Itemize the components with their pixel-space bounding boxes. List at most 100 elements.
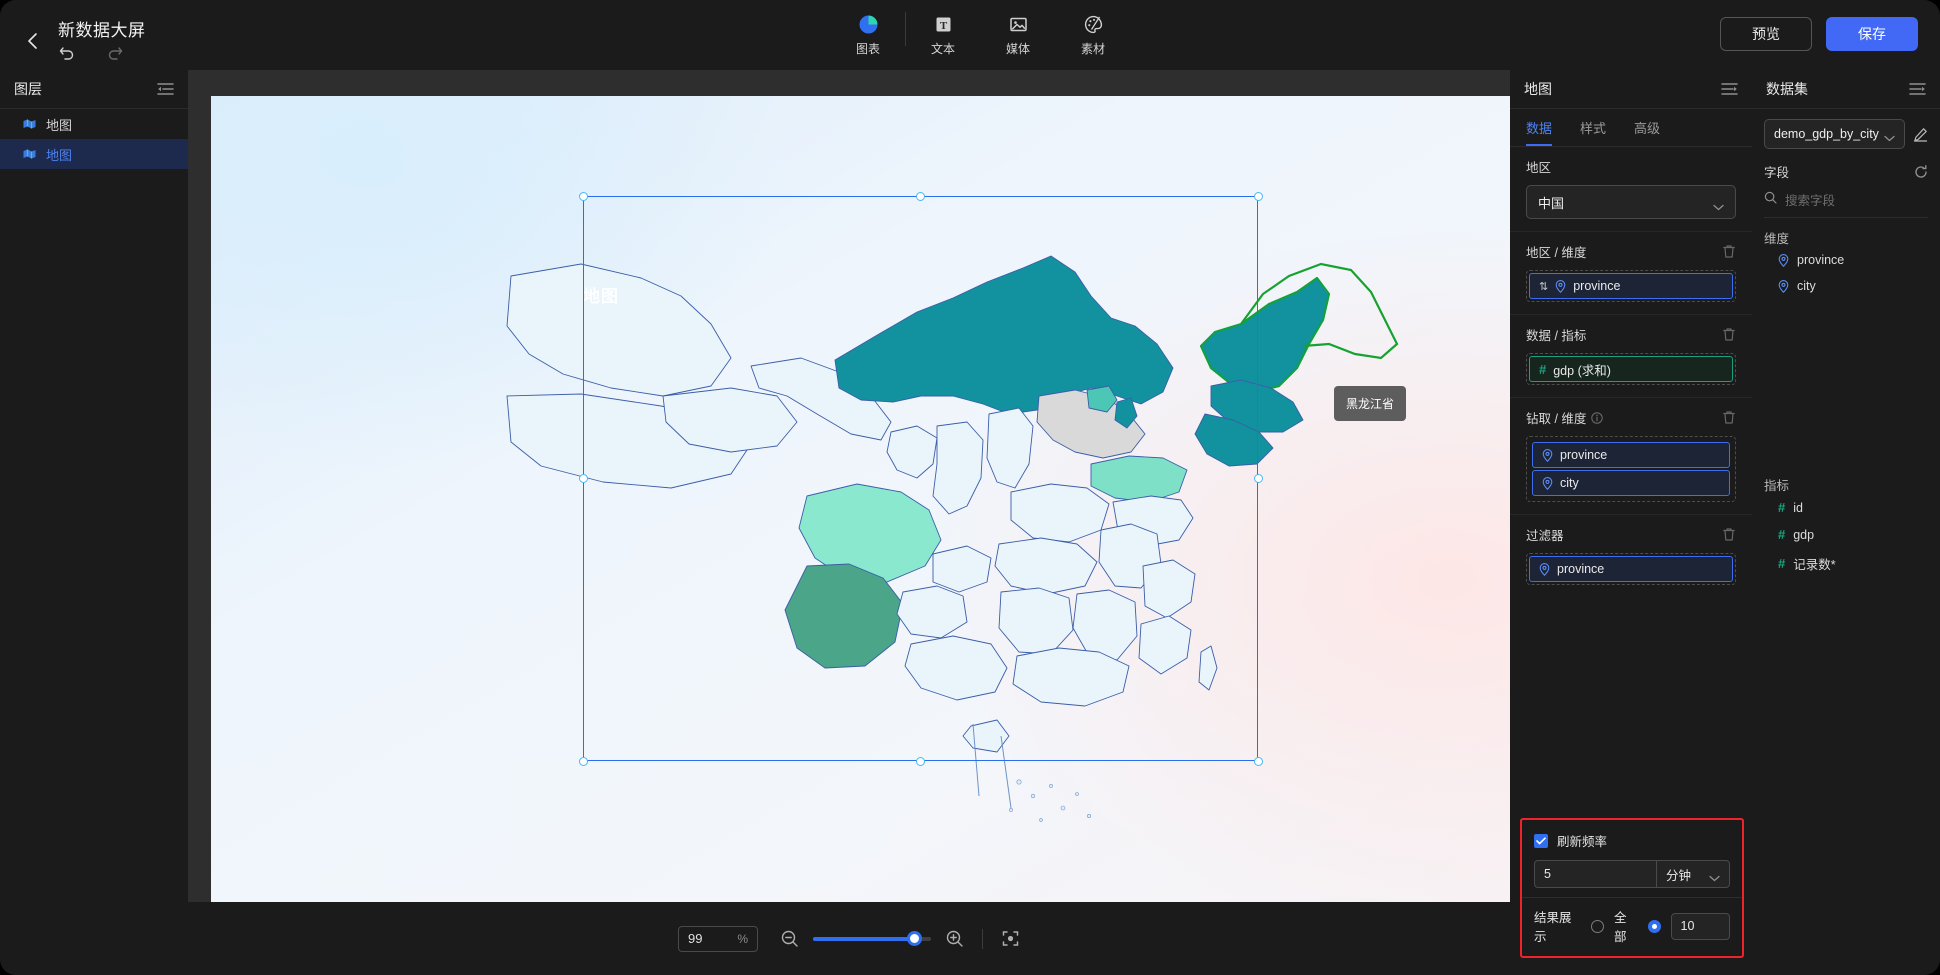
- resize-handle-tl[interactable]: [578, 191, 588, 201]
- tool-media-label: 媒体: [1005, 42, 1030, 56]
- zoom-out-icon[interactable]: [780, 929, 799, 948]
- measure-header: 数据 / 指标: [1526, 325, 1736, 344]
- zoom-slider-thumb[interactable]: [906, 931, 922, 946]
- dataset-field-label: 记录数*: [1793, 558, 1836, 572]
- metrics-group-label: 指标: [1764, 479, 1790, 493]
- insert-toolbar: 图表 T 文本 媒体 素材: [840, 10, 1121, 60]
- collapse-panel-icon[interactable]: [157, 82, 174, 96]
- canvas-bottom-bar: 99 %: [188, 902, 1510, 975]
- field-chip-filter-province[interactable]: province: [1529, 556, 1733, 582]
- dataset-metric-id[interactable]: # id: [1764, 494, 1928, 521]
- resize-handle-bc[interactable]: [916, 756, 925, 766]
- refresh-interval-unit-select[interactable]: 分钟: [1656, 860, 1730, 888]
- filter-section: 过滤器 province: [1510, 515, 1752, 597]
- undo-icon[interactable]: [58, 43, 76, 61]
- field-chip-label: province: [1557, 562, 1605, 576]
- zoom-unit: %: [737, 931, 748, 946]
- refresh-frequency-row: 刷新频率 5 分钟: [1522, 820, 1742, 897]
- field-chip-drill-city[interactable]: city: [1532, 470, 1730, 496]
- tool-asset[interactable]: 素材: [1065, 10, 1121, 60]
- filter-slot[interactable]: province: [1526, 553, 1736, 585]
- result-display-row: 结果展示 全部 10: [1522, 897, 1742, 956]
- location-pin-icon: [1542, 448, 1553, 462]
- dataset-dimension-city[interactable]: city: [1764, 273, 1928, 299]
- region-dimension-label: 地区 / 维度: [1526, 246, 1587, 260]
- refresh-icon[interactable]: [1914, 164, 1928, 179]
- tool-media[interactable]: 媒体: [990, 10, 1046, 60]
- image-icon: [1007, 13, 1029, 35]
- collapse-panel-icon[interactable]: [1721, 82, 1738, 96]
- tab-advanced[interactable]: 高级: [1634, 118, 1660, 146]
- filter-header: 过滤器: [1526, 525, 1736, 544]
- canvas-board[interactable]: 地图 黑龙江省 地图: [211, 96, 1510, 902]
- config-panel-title: 地图: [1524, 81, 1552, 97]
- zoom-in-icon[interactable]: [945, 929, 964, 948]
- svg-text:T: T: [939, 19, 947, 31]
- layer-item-1[interactable]: 地图: [0, 139, 188, 169]
- drill-section: 钻取 / 维度 province city: [1510, 398, 1752, 515]
- measure-slot[interactable]: # gdp (求和): [1526, 353, 1736, 385]
- zoom-slider[interactable]: [813, 931, 931, 946]
- tab-style[interactable]: 样式: [1580, 118, 1606, 146]
- region-select-value: 中国: [1538, 195, 1565, 211]
- resize-handle-tc[interactable]: [916, 191, 925, 201]
- chevron-down-icon: [1713, 199, 1724, 210]
- tool-asset-label: 素材: [1080, 42, 1105, 56]
- dataset-select[interactable]: demo_gdp_by_city: [1764, 119, 1905, 149]
- pencil-icon[interactable]: [1913, 127, 1928, 142]
- refresh-interval-unit-value: 分钟: [1666, 868, 1692, 883]
- collapse-panel-icon[interactable]: [1909, 82, 1926, 96]
- palette-icon: [1082, 13, 1104, 35]
- dataset-metric-gdp[interactable]: # gdp: [1764, 521, 1928, 548]
- save-button[interactable]: 保存: [1826, 17, 1918, 51]
- field-chip-label: province: [1573, 279, 1621, 293]
- field-search-input[interactable]: 搜索字段: [1764, 190, 1928, 218]
- resize-handle-ml[interactable]: [578, 474, 588, 483]
- field-chip-drill-province[interactable]: province: [1532, 442, 1730, 468]
- map-tooltip: 黑龙江省: [1334, 386, 1407, 421]
- redo-icon[interactable]: [106, 43, 124, 61]
- zoom-input[interactable]: 99 %: [678, 925, 758, 952]
- field-chip-province[interactable]: ⇅ province: [1529, 273, 1733, 299]
- radio-limit[interactable]: [1647, 919, 1661, 933]
- radio-all[interactable]: [1591, 919, 1605, 933]
- radio-all-label: 全部: [1614, 911, 1627, 944]
- trash-icon[interactable]: [1722, 244, 1736, 259]
- trash-icon[interactable]: [1722, 527, 1736, 542]
- preview-button[interactable]: 预览: [1720, 17, 1812, 51]
- location-pin-icon: [1539, 562, 1550, 576]
- drill-slot[interactable]: province city: [1526, 436, 1736, 502]
- hash-icon: #: [1539, 361, 1547, 377]
- result-display-label: 结果展示: [1534, 911, 1572, 944]
- trash-icon[interactable]: [1722, 327, 1736, 342]
- region-dimension-slot[interactable]: ⇅ province: [1526, 270, 1736, 302]
- trash-icon[interactable]: [1722, 410, 1736, 425]
- refresh-interval-input[interactable]: 5: [1534, 860, 1656, 888]
- resize-handle-br[interactable]: [1253, 756, 1263, 766]
- result-limit-input[interactable]: 10: [1670, 912, 1731, 940]
- resize-handle-tr[interactable]: [1253, 191, 1263, 201]
- back-icon[interactable]: [22, 30, 44, 52]
- dataset-dimension-province[interactable]: province: [1764, 247, 1928, 273]
- fit-to-screen-icon[interactable]: [1001, 929, 1020, 948]
- config-tabs: 数据 样式 高级: [1510, 109, 1752, 147]
- region-select[interactable]: 中国: [1526, 185, 1736, 219]
- tool-chart[interactable]: 图表: [840, 10, 896, 60]
- refresh-interval-row: 5 分钟: [1534, 860, 1730, 888]
- resize-handle-mr[interactable]: [1253, 474, 1263, 483]
- layer-item-0[interactable]: 地图: [0, 109, 188, 139]
- refresh-frequency-checkbox[interactable]: 刷新频率: [1534, 831, 1730, 850]
- dataset-metric-record-count[interactable]: # 记录数*: [1764, 548, 1928, 579]
- canvas-area[interactable]: 地图 黑龙江省 地图: [188, 70, 1510, 902]
- info-icon[interactable]: [1591, 411, 1604, 424]
- dataset-select-value: demo_gdp_by_city: [1774, 127, 1879, 141]
- tool-text[interactable]: T 文本: [915, 10, 971, 60]
- hash-icon: #: [1778, 500, 1786, 515]
- resize-handle-bl[interactable]: [578, 756, 588, 766]
- sort-icon[interactable]: ⇅: [1539, 280, 1548, 293]
- selection-frame[interactable]: [583, 196, 1258, 761]
- chevron-down-icon: [1709, 871, 1720, 881]
- field-chip-gdp[interactable]: # gdp (求和): [1529, 356, 1733, 382]
- tab-data[interactable]: 数据: [1526, 118, 1553, 146]
- drill-header: 钻取 / 维度: [1526, 408, 1736, 427]
